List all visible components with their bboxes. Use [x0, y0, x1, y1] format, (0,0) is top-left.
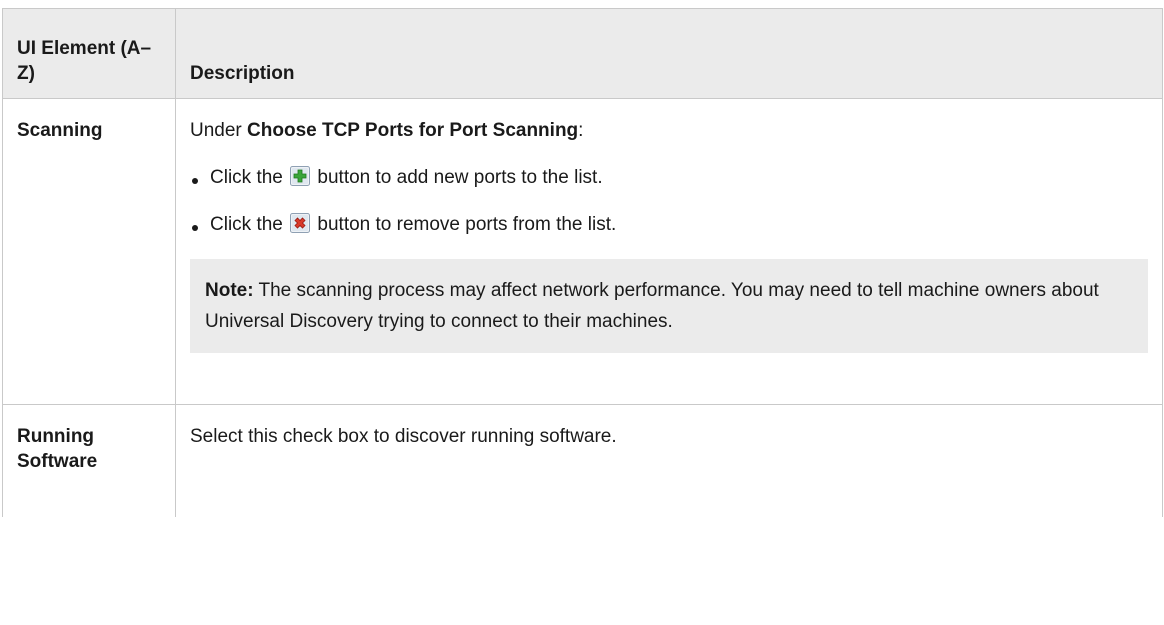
remove-icon [290, 213, 311, 233]
note-label: Note: [205, 280, 254, 301]
add-icon [290, 166, 311, 186]
header-ui-element: UI Element (A–Z) [2, 8, 176, 99]
intro-prefix: Under [190, 120, 248, 141]
bullet-text-after: button to add new ports to the list. [312, 167, 603, 188]
bullet-text-before: Click the [210, 214, 289, 235]
element-description: Select this check box to discover runnin… [175, 404, 1163, 517]
description-intro: Under Choose TCP Ports for Port Scanning… [190, 118, 1148, 143]
element-description: Under Choose TCP Ports for Port Scanning… [175, 98, 1163, 405]
element-name: Scanning [2, 98, 176, 405]
bullet-text-before: Click the [210, 167, 289, 188]
bullet-dot [192, 225, 198, 231]
intro-section-name: Choose TCP Ports for Port Scanning [247, 120, 579, 141]
intro-suffix: : [578, 120, 584, 141]
list-item: Click the button to add new ports to the… [190, 165, 1148, 190]
note-text: The scanning process may affect network … [205, 280, 1099, 332]
bullet-text-after: button to remove ports from the list. [312, 214, 617, 235]
table-row: Running Software Select this check box t… [2, 404, 1163, 517]
header-description: Description [175, 8, 1163, 99]
list-item: Click the button to remove ports from th… [190, 212, 1148, 237]
bullet-dot [192, 178, 198, 184]
table-row: Scanning Under Choose TCP Ports for Port… [2, 98, 1163, 405]
element-name: Running Software [2, 404, 176, 517]
table-header-row: UI Element (A–Z) Description [2, 8, 1163, 99]
bullet-list: Click the button to add new ports to the… [190, 165, 1148, 237]
ui-elements-table: UI Element (A–Z) Description Scanning Un… [2, 8, 1163, 517]
note-box: Note: The scanning process may affect ne… [190, 259, 1148, 353]
